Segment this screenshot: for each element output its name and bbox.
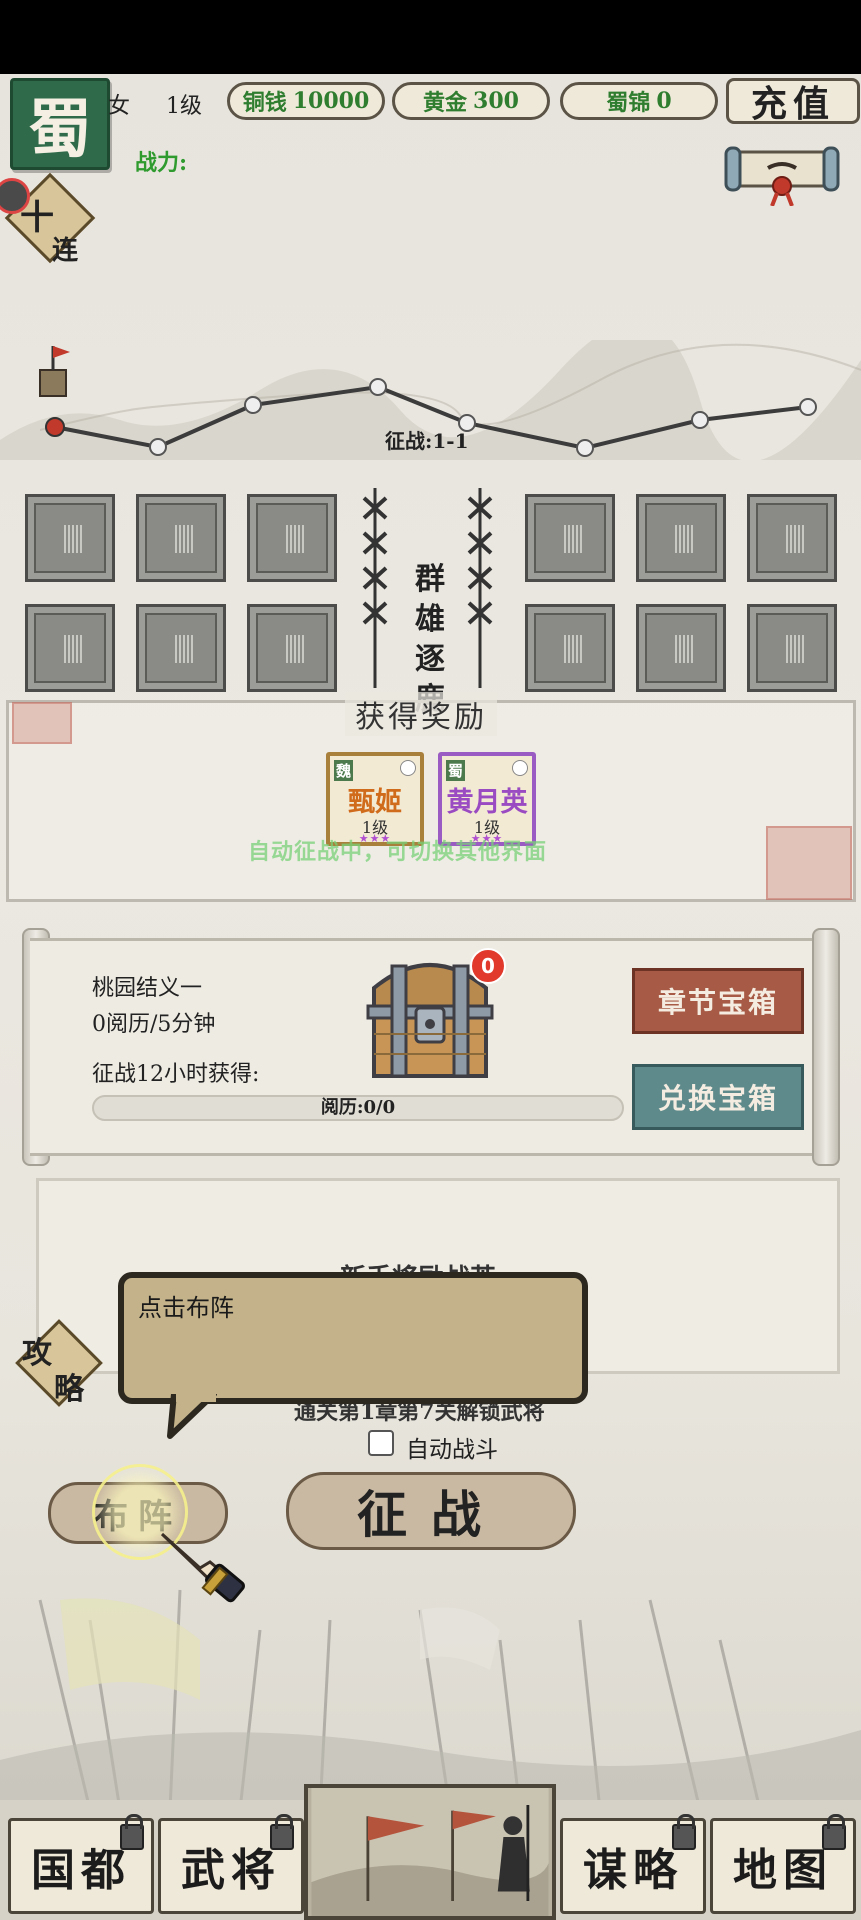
- auto-battle-label: 自动战斗: [406, 1437, 498, 1463]
- ally-slot[interactable]: [136, 604, 226, 692]
- chapter-name: 桃园结义一: [92, 976, 203, 1001]
- game-screen: 蜀 女 1级 铜钱 10000 黄金 300 蜀锦 0 充值 战力: 十 连 征…: [0, 0, 861, 1920]
- player-level: 1级: [166, 94, 202, 119]
- nav-center-battle-scene[interactable]: [304, 1784, 556, 1920]
- experience-rate: 0阅历/5分钟: [92, 1012, 216, 1037]
- copper-value: 10000: [292, 88, 370, 114]
- combat-power-label: 战力:: [135, 150, 188, 176]
- ally-slot[interactable]: [25, 604, 115, 692]
- guide-label-2: 略: [54, 1372, 84, 1407]
- scroll-rod-right: [812, 928, 840, 1166]
- exchange-chest-button[interactable]: 兑换宝箱: [632, 1064, 804, 1130]
- ally-slot[interactable]: [247, 494, 337, 582]
- enemy-slot: [747, 604, 837, 692]
- reward-title: 获得奖励: [345, 692, 497, 736]
- gold-label: 黄金: [423, 90, 468, 116]
- card-kingdom: 魏: [334, 760, 354, 781]
- lock-icon: [822, 1814, 846, 1850]
- campaign-battle-button[interactable]: 征战: [286, 1472, 576, 1550]
- enemy-slot: [525, 494, 615, 582]
- brocade-label: 蜀锦: [606, 90, 651, 116]
- lock-icon: [270, 1814, 294, 1850]
- card-kingdom: 蜀: [446, 760, 466, 781]
- ten-draw-label: 连: [52, 236, 79, 266]
- experience-progress-text: 阅历:0/0: [320, 1097, 396, 1118]
- stage-label: 征战:1-1: [385, 429, 469, 453]
- guide-label-1: 攻: [22, 1336, 52, 1371]
- enemy-slot: [636, 604, 726, 692]
- reward-card-general[interactable]: 蜀 黄月英 1级 ★★★: [438, 752, 536, 846]
- chapter-chest-button[interactable]: 章节宝箱: [632, 968, 804, 1034]
- seal-stamp-left: [12, 702, 72, 744]
- army-silhouette-background: [0, 1589, 861, 1820]
- ten-draw-button[interactable]: 十 连: [0, 172, 96, 272]
- ten-draw-plus: 十: [20, 198, 54, 238]
- auto-battle-checkbox[interactable]: [368, 1430, 394, 1456]
- rope-right-icon: [467, 488, 493, 688]
- enemy-slot: [636, 494, 726, 582]
- status-bar: [0, 0, 861, 74]
- strategy-guide-button[interactable]: 攻 略: [14, 1318, 104, 1408]
- ally-slot[interactable]: [25, 494, 115, 582]
- enemy-slot: [525, 604, 615, 692]
- copper-label: 铜钱: [242, 90, 287, 116]
- earnings-label: 征战12小时获得:: [92, 1062, 260, 1087]
- bubble-tail: [167, 1394, 217, 1439]
- copper-resource[interactable]: 铜钱 10000: [227, 82, 385, 120]
- lock-icon: [120, 1814, 144, 1850]
- reward-card-general[interactable]: 魏 甄姬 1级 ★★★: [326, 752, 424, 846]
- brocade-value: 0: [656, 88, 672, 114]
- experience-progress-bar: 阅历:0/0: [92, 1095, 624, 1121]
- faction-badge[interactable]: 蜀: [10, 78, 110, 170]
- gold-value: 300: [473, 88, 519, 114]
- seal-stamp-right: [766, 826, 852, 900]
- lock-icon: [672, 1814, 696, 1850]
- scroll-menu-icon[interactable]: [722, 138, 842, 206]
- auto-battle-hint: 自动征战中，可切换其他界面: [248, 839, 548, 865]
- ally-slot[interactable]: [247, 604, 337, 692]
- rope-left-icon: [362, 488, 388, 688]
- ally-slot[interactable]: [136, 494, 226, 582]
- chest-count-badge: 0: [470, 948, 506, 984]
- player-gender: 女: [108, 94, 131, 119]
- recharge-button[interactable]: 充值: [726, 78, 860, 125]
- tutorial-text: 点击布阵: [138, 1294, 234, 1322]
- gold-resource[interactable]: 黄金 300: [392, 82, 550, 120]
- enemy-slot: [747, 494, 837, 582]
- feather-icon: [400, 760, 416, 776]
- feather-icon: [512, 760, 528, 776]
- brocade-resource[interactable]: 蜀锦 0: [560, 82, 718, 120]
